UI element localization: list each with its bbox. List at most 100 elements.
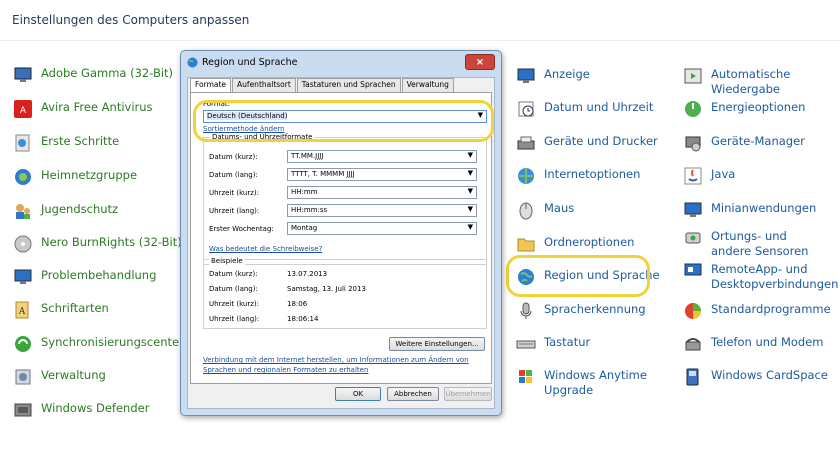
cp-item-heimnetzgruppe[interactable]: Heimnetzgruppe: [12, 168, 137, 188]
cp-item-label: Tastatur: [544, 335, 591, 349]
chevron-down-icon: ▼: [477, 111, 483, 119]
cp-item-remoteapp[interactable]: RemoteApp- und Desktopverbindungen: [682, 260, 838, 292]
time-long-select[interactable]: HH:mm:ss ▼: [287, 204, 477, 217]
sort-method-link[interactable]: Sortiermethode ändern: [203, 125, 285, 133]
cp-item-label: Synchronisierungscenter: [41, 335, 184, 349]
cp-item-geraete-manager[interactable]: Geräte-Manager: [682, 134, 805, 154]
cardspace-icon: [682, 366, 704, 388]
troubleshooting-icon: [12, 266, 34, 288]
region-language-icon: [515, 266, 537, 288]
tab-aufenthaltsort[interactable]: Aufenthaltsort: [232, 78, 296, 92]
field-label: Uhrzeit (lang):: [209, 207, 260, 215]
cp-item-label: Datum und Uhrzeit: [544, 100, 654, 114]
svg-text:A: A: [18, 307, 26, 317]
notation-link[interactable]: Was bedeutet die Schreibweise?: [209, 245, 322, 253]
cp-item-standardprogramme[interactable]: Standardprogramme: [682, 302, 831, 322]
date-short-select[interactable]: TT.MM.JJJJ ▼: [287, 150, 477, 163]
cp-item-label: Jugendschutz: [41, 202, 119, 216]
java-icon: [682, 165, 704, 187]
cp-item-internetoptionen[interactable]: Internetoptionen: [515, 167, 640, 187]
cp-item-telefon-modem[interactable]: Telefon und Modem: [682, 335, 824, 355]
cp-item-label: Erste Schritte: [41, 134, 120, 148]
time-short-select[interactable]: HH:mm ▼: [287, 186, 477, 199]
tab-formate[interactable]: Formate: [190, 78, 232, 92]
chevron-down-icon: ▼: [467, 223, 473, 231]
cp-item-label: Schriftarten: [41, 301, 109, 315]
example-label: Datum (kurz):: [209, 270, 258, 278]
cp-item-label: Geräte-Manager: [711, 134, 805, 148]
cp-item-windows-anytime-upgrade[interactable]: Windows Anytime Upgrade: [515, 368, 654, 398]
cp-item-jugendschutz[interactable]: Jugendschutz: [12, 202, 118, 222]
cp-item-tastatur[interactable]: Tastatur: [515, 335, 590, 355]
close-button[interactable]: ×: [465, 54, 495, 70]
cancel-button[interactable]: Abbrechen: [387, 387, 439, 401]
internet-info-link[interactable]: Verbindung mit dem Internet herstellen, …: [203, 355, 485, 375]
cp-item-schriftarten[interactable]: A Schriftarten: [12, 301, 109, 321]
cp-item-java[interactable]: Java: [682, 167, 735, 187]
region-language-icon: [187, 53, 198, 72]
cp-item-windows-defender[interactable]: Windows Defender: [12, 401, 149, 421]
cp-item-avira[interactable]: A Avira Free Antivirus: [12, 100, 153, 120]
example-value: 13.07.2013: [287, 270, 328, 278]
example-label: Uhrzeit (lang):: [209, 315, 260, 323]
cp-item-energieoptionen[interactable]: Energieoptionen: [682, 100, 805, 120]
device-manager-icon: [682, 132, 704, 154]
cp-item-anzeige[interactable]: Anzeige: [515, 67, 590, 87]
cp-item-spracherkennung[interactable]: Spracherkennung: [515, 302, 646, 322]
cp-item-label: Internetoptionen: [544, 167, 641, 181]
tab-tastaturen-sprachen[interactable]: Tastaturen und Sprachen: [296, 78, 401, 92]
chevron-down-icon: ▼: [467, 205, 473, 213]
cp-item-synchronisierungscenter[interactable]: Synchronisierungscenter: [12, 335, 184, 355]
format-label: Format:: [203, 100, 231, 108]
cp-item-label: Region und Sprache: [544, 268, 660, 282]
cp-item-maus[interactable]: Maus: [515, 201, 574, 221]
apply-button[interactable]: Übernehmen: [444, 387, 492, 401]
more-settings-button[interactable]: Weitere Einstellungen...: [389, 337, 485, 351]
format-select[interactable]: Deutsch (Deutschland) ▼: [203, 110, 487, 123]
remoteapp-icon: [682, 260, 704, 282]
cp-item-nero[interactable]: Nero BurnRights (32-Bit): [12, 235, 182, 255]
sensors-icon: [682, 227, 704, 249]
field-label: Erster Wochentag:: [209, 225, 274, 233]
cp-item-label: Windows Anytime Upgrade: [544, 368, 647, 397]
parental-control-icon: [12, 200, 34, 222]
cp-item-sensoren[interactable]: Ortungs- und andere Sensoren: [682, 229, 821, 259]
cp-item-label: Geräte und Drucker: [544, 134, 658, 148]
first-weekday-select[interactable]: Montag ▼: [287, 222, 477, 235]
getting-started-icon: [12, 132, 34, 154]
close-icon: ×: [475, 56, 485, 68]
cp-item-label: Verwaltung: [41, 368, 106, 382]
gadgets-icon: [682, 199, 704, 221]
mouse-icon: [515, 199, 537, 221]
cp-item-adobe-gamma[interactable]: Adobe Gamma (32-Bit): [12, 66, 173, 86]
cp-item-label: Windows Defender: [41, 401, 150, 415]
windows-defender-icon: [12, 399, 34, 421]
cp-item-region-sprache[interactable]: Region und Sprache: [515, 268, 660, 288]
region-language-dialog: Region und Sprache × Formate Aufenthalts…: [180, 50, 502, 416]
date-long-select[interactable]: TTTT, T. MMMM JJJJ ▼: [287, 168, 477, 181]
field-label: Uhrzeit (kurz):: [209, 189, 259, 197]
tab-verwaltung[interactable]: Verwaltung: [401, 78, 454, 92]
cp-item-erste-schritte[interactable]: Erste Schritte: [12, 134, 119, 154]
cp-item-datum-uhrzeit[interactable]: Datum und Uhrzeit: [515, 100, 653, 120]
ok-button[interactable]: OK: [335, 387, 381, 401]
cp-item-ordneroptionen[interactable]: Ordneroptionen: [515, 235, 634, 255]
fonts-icon: A: [12, 299, 34, 321]
autoplay-icon: [682, 65, 704, 87]
svg-text:A: A: [20, 106, 27, 116]
cp-item-problembehandlung[interactable]: Problembehandlung: [12, 268, 156, 288]
select-value: TTTT, T. MMMM JJJJ: [291, 170, 355, 178]
keyboard-icon: [515, 333, 537, 355]
cp-item-label: Ortungs- und andere Sensoren: [711, 229, 809, 258]
cp-item-cardspace[interactable]: Windows CardSpace: [682, 368, 828, 388]
cp-item-automatische-wiedergabe[interactable]: Automatische Wiedergabe: [682, 67, 840, 97]
select-value: HH:mm:ss: [291, 206, 328, 214]
example-label: Uhrzeit (kurz):: [209, 300, 259, 308]
default-programs-icon: [682, 300, 704, 322]
display-icon: [515, 65, 537, 87]
internet-options-icon: [515, 165, 537, 187]
cp-item-geraete-drucker[interactable]: Geräte und Drucker: [515, 134, 658, 154]
cp-item-verwaltung[interactable]: Verwaltung: [12, 368, 106, 388]
cp-item-minianwendungen[interactable]: Minianwendungen: [682, 201, 816, 221]
cp-item-label: Adobe Gamma (32-Bit): [41, 66, 174, 80]
